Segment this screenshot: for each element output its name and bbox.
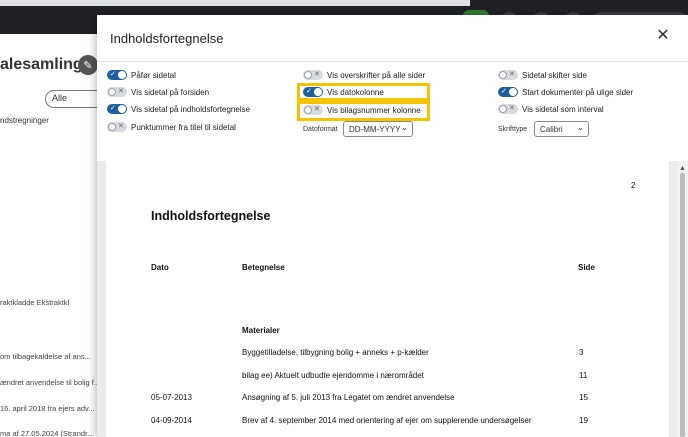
dialog-title: Indholdsfortegnelse [110,31,224,46]
close-icon[interactable]: ✕ [655,28,671,44]
entry-date: 05-07-2013 [151,393,192,402]
option-show-attachment-column[interactable]: ✕ Vis bilagsnummer kolonne [303,105,421,115]
preview-area: 2 Indholdsfortegnelse Dato Betegnelse Si… [97,161,688,437]
background-list-item[interactable]: raktkladde Ekstraktkl [0,298,69,307]
entry-page: 15 [579,393,588,402]
option-apply-page-numbers[interactable]: ✓ Påfør sidetal [107,70,176,80]
toggle-switch[interactable]: ✕ [107,122,127,132]
toggle-switch[interactable]: ✕ [303,105,323,115]
toggle-switch[interactable]: ✓ [107,104,127,114]
column-header-page: Side [578,263,595,272]
entry-date: 04-09-2014 [151,416,192,425]
option-headings-all-pages[interactable]: ✕ Vis overskrifter på alle sider [303,70,425,80]
background-filter-select[interactable]: Alle [45,90,105,108]
preview-page: 2 Indholdsfortegnelse Dato Betegnelse Si… [106,161,669,437]
entry-title: Byggetilladelse, tilbygning bolig + anne… [242,348,429,357]
entry-page: 19 [579,416,588,425]
toggle-switch[interactable]: ✕ [498,104,518,114]
edit-icon[interactable]: ✎ [78,55,98,75]
dialog-divider [97,61,688,62]
option-dot-leaders[interactable]: ✕ Punktummer fra titel til sidetal [107,122,236,132]
section-heading: Materialer [242,326,280,335]
column-header-date: Dato [151,263,169,272]
background-list-item[interactable]: 16. april 2018 fra ejers adv... [0,404,95,413]
option-start-odd-pages[interactable]: ✓ Start dokumenter på ulige sider [498,87,633,97]
background-column-header: ndstregninger [0,116,49,125]
option-page-interval[interactable]: ✕ Vis sidetal som interval [498,104,604,114]
background-list-item[interactable]: om tilbagekaldelse af ans... [0,352,91,361]
toggle-switch[interactable]: ✕ [303,70,323,80]
entry-title: Ansøgning af 5. juli 2013 fra Legatet om… [242,393,455,402]
option-show-date-column[interactable]: ✓ Vis datokolonne [303,87,384,97]
toggle-switch[interactable]: ✕ [498,70,518,80]
preview-heading: Indholdsfortegnelse [151,209,271,223]
entry-title: Brev af 4. september 2014 med orienterin… [242,416,532,425]
option-show-page-on-toc[interactable]: ✓ Vis sidetal på indholdsfortegnelse [107,104,250,114]
date-format-select[interactable]: DD-MM-YYYY ⌄ [343,121,413,137]
chevron-down-icon: ⌄ [401,123,408,132]
background-page-title: alesamling [0,56,83,73]
entry-page: 3 [579,348,584,357]
scrollbar-thumb[interactable] [680,173,685,437]
toggle-switch[interactable]: ✓ [498,87,518,97]
entry-page: 11 [579,371,588,380]
font-select[interactable]: Calibri ⌄ [534,121,589,137]
toc-dialog: Indholdsfortegnelse ✕ ✓ Påfør sidetal ✕ … [97,15,688,437]
toggle-switch[interactable]: ✓ [107,70,127,80]
scroll-up-icon[interactable]: ▲ [679,165,686,172]
toggle-switch[interactable]: ✓ [303,87,323,97]
preview-scrollbar[interactable]: ▲ [677,161,688,437]
toggle-switch[interactable]: ✕ [107,87,127,97]
column-header-title: Betegnelse [242,263,285,272]
chevron-down-icon: ⌄ [577,123,584,132]
date-format-label: Datoformat [303,126,338,133]
preview-page-number: 2 [631,181,636,190]
font-label: Skrifttype [498,126,528,133]
browser-tab-strip [0,0,470,6]
background-list-item[interactable]: ændret anvendelse til bolig f... [0,378,100,387]
background-list-item[interactable]: ma af 27.05.2024 (Strandr... [0,429,93,437]
option-page-number-side[interactable]: ✕ Sidetal skifter side [498,70,587,80]
entry-title: bilag ee) Aktuelt udbudte ejendomme i næ… [242,371,424,380]
option-show-page-on-cover[interactable]: ✕ Vis sidetal på forsiden [107,87,209,97]
